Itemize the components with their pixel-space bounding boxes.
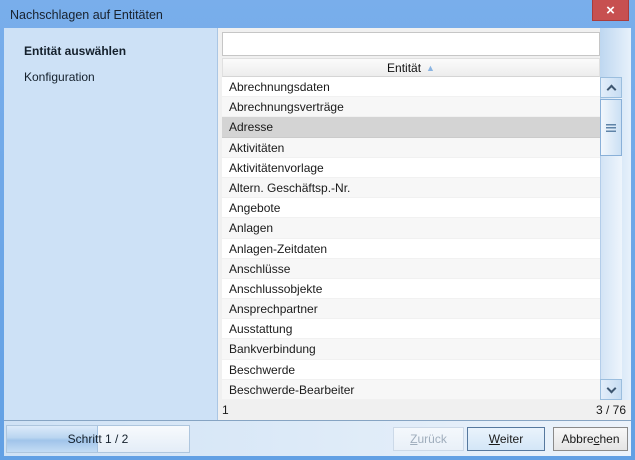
scrollbar-down-button[interactable]: [600, 379, 622, 400]
table-row[interactable]: Altern. Geschäftsp.-Nr.: [222, 178, 600, 198]
scrollbar-up-button[interactable]: [600, 77, 622, 98]
column-header-entitaet[interactable]: Entität ▲: [222, 58, 600, 77]
thumb-grip-icon: [606, 124, 616, 132]
status-position-indicator: 3 / 76: [596, 403, 626, 417]
wizard-step-sidebar: Entität auswählen Konfiguration: [4, 28, 218, 420]
vertical-scrollbar[interactable]: [600, 77, 622, 400]
table-row[interactable]: Angebote: [222, 198, 600, 218]
table-row[interactable]: Beschwerde-Bearbeiter: [222, 380, 600, 400]
table-row[interactable]: Ansprechpartner: [222, 299, 600, 319]
scrollbar-track[interactable]: [600, 98, 622, 379]
back-button[interactable]: Zurück: [393, 427, 464, 451]
entity-filter-input[interactable]: [222, 32, 600, 56]
sidebar-item-label: Entität auswählen: [24, 44, 126, 58]
dialog-window: Nachschlagen auf Entitäten × Entität aus…: [0, 0, 635, 460]
table-row-selected[interactable]: Adresse: [222, 117, 600, 137]
entity-list: Abrechnungsdaten Abrechnungsverträge Adr…: [222, 77, 600, 400]
dialog-buttons: Zurück Weiter Abbrechen: [393, 427, 631, 451]
status-bar: 1 3 / 76: [218, 400, 631, 420]
table-row[interactable]: Bankverbindung: [222, 339, 600, 359]
scrollbar-thumb[interactable]: [600, 99, 622, 156]
close-button[interactable]: ×: [592, 0, 629, 21]
status-selected-count: 1: [222, 403, 229, 417]
window-title: Nachschlagen auf Entitäten: [4, 6, 163, 22]
next-button[interactable]: Weiter: [467, 427, 545, 451]
close-icon: ×: [606, 2, 615, 19]
table-row[interactable]: Abrechnungsverträge: [222, 97, 600, 117]
table-row[interactable]: Anschlussobjekte: [222, 279, 600, 299]
table-row[interactable]: Beschwerde: [222, 360, 600, 380]
dialog-body: Entität auswählen Konfiguration Entität …: [4, 28, 631, 456]
titlebar: Nachschlagen auf Entitäten: [4, 0, 631, 28]
column-header-label: Entität: [387, 61, 421, 75]
sort-ascending-icon: ▲: [426, 63, 435, 73]
footer-bar: Schritt 1 / 2 Zurück Weiter Abbrechen: [4, 420, 631, 456]
wizard-step-progress: Schritt 1 / 2: [6, 425, 190, 453]
scrollbar-gutter: [600, 28, 631, 400]
table-row[interactable]: Aktivitäten: [222, 138, 600, 158]
table-row[interactable]: Anschlüsse: [222, 259, 600, 279]
main-panel: Entität ▲ Abrechnungsdaten Abrechnungsve…: [218, 28, 631, 420]
table-row[interactable]: Anlagen-Zeitdaten: [222, 239, 600, 259]
cancel-button[interactable]: Abbrechen: [553, 427, 628, 451]
table-row[interactable]: Abrechnungsdaten: [222, 77, 600, 97]
sidebar-item-entitaet-auswaehlen[interactable]: Entität auswählen: [4, 38, 217, 64]
table-row[interactable]: Aktivitätenvorlage: [222, 158, 600, 178]
chevron-up-icon: [606, 84, 616, 94]
sidebar-item-konfiguration[interactable]: Konfiguration: [4, 64, 217, 90]
progress-label: Schritt 1 / 2: [7, 426, 189, 452]
sidebar-item-label: Konfiguration: [24, 70, 95, 84]
table-row[interactable]: Ausstattung: [222, 319, 600, 339]
entity-list-column: Entität ▲ Abrechnungsdaten Abrechnungsve…: [218, 28, 600, 400]
chevron-down-icon: [606, 383, 616, 393]
scrollbar-gutter-top: [600, 28, 631, 77]
table-row[interactable]: Anlagen: [222, 218, 600, 238]
